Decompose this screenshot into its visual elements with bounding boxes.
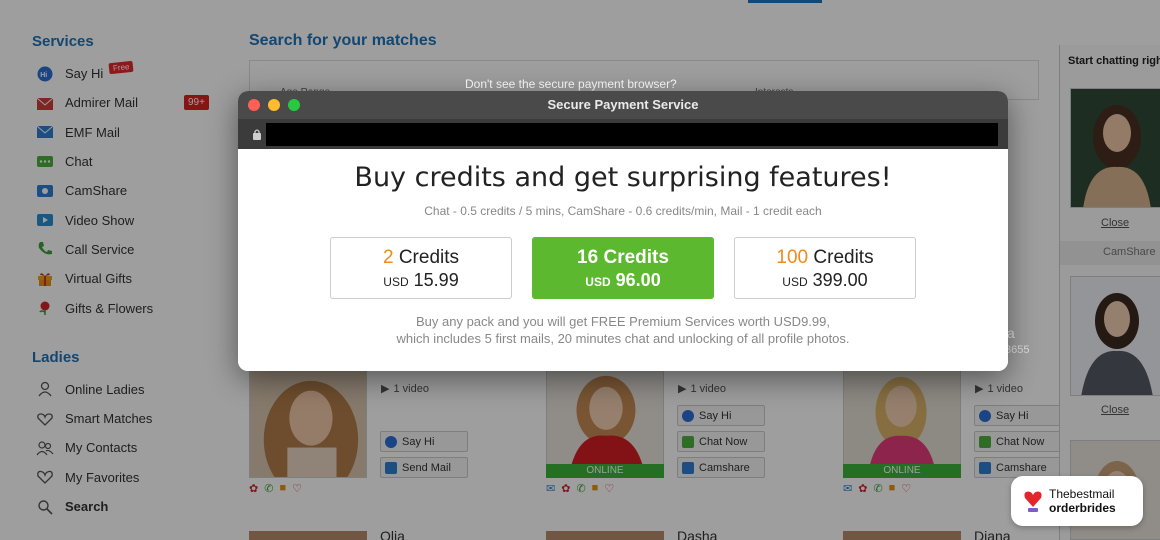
- promo-line: which includes 5 first mails, 20 minutes…: [396, 330, 850, 346]
- watermark-line: Thebestmail: [1049, 487, 1115, 501]
- pack-amount: 2 Credits: [331, 247, 511, 269]
- promo-line: Buy any pack and you will get FREE Premi…: [415, 314, 830, 329]
- watermark-badge: Thebestmail orderbrides: [1011, 476, 1143, 526]
- credit-unit: Credits: [813, 247, 874, 268]
- window-title: Secure Payment Service: [547, 97, 699, 112]
- credit-amount: 2: [382, 247, 394, 268]
- pack-amount: 16 Credits: [533, 247, 713, 269]
- secure-payment-window: Secure Payment Service Buy credits and g…: [238, 91, 1008, 371]
- currency: USD: [383, 275, 409, 289]
- pack-price: USD 96.00: [533, 270, 713, 291]
- credit-pack-16[interactable]: 16 Credits USD 96.00: [532, 237, 714, 299]
- promo-text: Buy any pack and you will get FREE Premi…: [238, 314, 1008, 347]
- watermark-text: Thebestmail orderbrides: [1049, 487, 1116, 515]
- credit-pack-2[interactable]: 2 Credits USD 15.99: [330, 237, 512, 299]
- price-value: 15.99: [413, 270, 459, 290]
- price-value: 399.00: [812, 270, 868, 290]
- payment-content: Buy credits and get surprising features!…: [238, 149, 1008, 371]
- credit-unit: Credits: [603, 247, 669, 268]
- credit-amount: 100: [776, 247, 809, 268]
- address-bar: [238, 119, 1008, 149]
- offer-heading: Buy credits and get surprising features!: [354, 162, 892, 193]
- lock-icon: [253, 129, 261, 140]
- credit-unit: Credits: [398, 247, 460, 268]
- url-field[interactable]: [266, 123, 998, 146]
- pack-price: USD 399.00: [735, 270, 915, 291]
- price-value: 96.00: [615, 270, 661, 290]
- pricing-info: Chat - 0.5 credits / 5 mins, CamShare - …: [424, 204, 822, 218]
- currency: USD: [585, 275, 611, 289]
- credit-amount: 16: [577, 247, 599, 268]
- watermark-line: orderbrides: [1049, 501, 1116, 515]
- currency: USD: [782, 275, 808, 289]
- payment-browser-hint[interactable]: Don't see the secure payment browser?: [465, 77, 677, 91]
- credit-pack-100[interactable]: 100 Credits USD 399.00: [734, 237, 916, 299]
- pack-amount: 100 Credits: [735, 247, 915, 269]
- heart-logo-icon: [1024, 491, 1042, 512]
- window-titlebar[interactable]: Secure Payment Service: [238, 91, 1008, 119]
- profile-name-partial: a: [1007, 325, 1015, 341]
- profile-id-partial: 3655: [1005, 344, 1030, 356]
- pack-price: USD 15.99: [331, 270, 511, 291]
